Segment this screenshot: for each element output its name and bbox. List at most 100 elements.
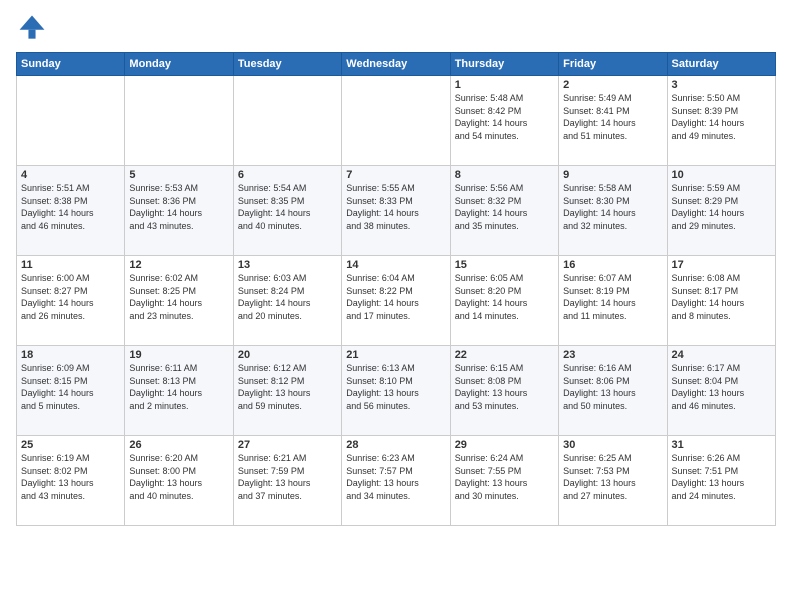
calendar-cell: 20Sunrise: 6:12 AM Sunset: 8:12 PM Dayli… (233, 346, 341, 436)
calendar-cell: 19Sunrise: 6:11 AM Sunset: 8:13 PM Dayli… (125, 346, 233, 436)
col-header-wednesday: Wednesday (342, 53, 450, 76)
day-number: 2 (563, 79, 662, 91)
day-number: 14 (346, 259, 445, 271)
calendar-cell: 17Sunrise: 6:08 AM Sunset: 8:17 PM Dayli… (667, 256, 775, 346)
calendar-cell: 3Sunrise: 5:50 AM Sunset: 8:39 PM Daylig… (667, 76, 775, 166)
day-number: 5 (129, 169, 228, 181)
cell-info: Sunrise: 6:16 AM Sunset: 8:06 PM Dayligh… (563, 362, 662, 412)
cell-info: Sunrise: 5:55 AM Sunset: 8:33 PM Dayligh… (346, 182, 445, 232)
cell-info: Sunrise: 5:58 AM Sunset: 8:30 PM Dayligh… (563, 182, 662, 232)
calendar-cell (233, 76, 341, 166)
cell-info: Sunrise: 6:11 AM Sunset: 8:13 PM Dayligh… (129, 362, 228, 412)
week-row-5: 25Sunrise: 6:19 AM Sunset: 8:02 PM Dayli… (17, 436, 776, 526)
col-header-thursday: Thursday (450, 53, 558, 76)
calendar-cell (342, 76, 450, 166)
calendar-cell: 27Sunrise: 6:21 AM Sunset: 7:59 PM Dayli… (233, 436, 341, 526)
calendar-cell: 26Sunrise: 6:20 AM Sunset: 8:00 PM Dayli… (125, 436, 233, 526)
week-row-3: 11Sunrise: 6:00 AM Sunset: 8:27 PM Dayli… (17, 256, 776, 346)
cell-info: Sunrise: 5:50 AM Sunset: 8:39 PM Dayligh… (672, 92, 771, 142)
day-number: 15 (455, 259, 554, 271)
day-number: 1 (455, 79, 554, 91)
calendar-cell: 24Sunrise: 6:17 AM Sunset: 8:04 PM Dayli… (667, 346, 775, 436)
day-number: 6 (238, 169, 337, 181)
day-number: 30 (563, 439, 662, 451)
cell-info: Sunrise: 5:59 AM Sunset: 8:29 PM Dayligh… (672, 182, 771, 232)
week-row-2: 4Sunrise: 5:51 AM Sunset: 8:38 PM Daylig… (17, 166, 776, 256)
day-number: 16 (563, 259, 662, 271)
day-number: 19 (129, 349, 228, 361)
calendar-cell: 12Sunrise: 6:02 AM Sunset: 8:25 PM Dayli… (125, 256, 233, 346)
cell-info: Sunrise: 6:25 AM Sunset: 7:53 PM Dayligh… (563, 452, 662, 502)
cell-info: Sunrise: 6:05 AM Sunset: 8:20 PM Dayligh… (455, 272, 554, 322)
calendar-cell: 13Sunrise: 6:03 AM Sunset: 8:24 PM Dayli… (233, 256, 341, 346)
calendar-cell: 7Sunrise: 5:55 AM Sunset: 8:33 PM Daylig… (342, 166, 450, 256)
col-header-tuesday: Tuesday (233, 53, 341, 76)
cell-info: Sunrise: 6:02 AM Sunset: 8:25 PM Dayligh… (129, 272, 228, 322)
day-number: 31 (672, 439, 771, 451)
day-number: 10 (672, 169, 771, 181)
cell-info: Sunrise: 6:03 AM Sunset: 8:24 PM Dayligh… (238, 272, 337, 322)
calendar-cell (125, 76, 233, 166)
calendar-cell: 25Sunrise: 6:19 AM Sunset: 8:02 PM Dayli… (17, 436, 125, 526)
day-number: 25 (21, 439, 120, 451)
calendar-cell: 6Sunrise: 5:54 AM Sunset: 8:35 PM Daylig… (233, 166, 341, 256)
calendar-cell: 18Sunrise: 6:09 AM Sunset: 8:15 PM Dayli… (17, 346, 125, 436)
day-number: 13 (238, 259, 337, 271)
calendar-cell: 10Sunrise: 5:59 AM Sunset: 8:29 PM Dayli… (667, 166, 775, 256)
header-row: SundayMondayTuesdayWednesdayThursdayFrid… (17, 53, 776, 76)
cell-info: Sunrise: 6:15 AM Sunset: 8:08 PM Dayligh… (455, 362, 554, 412)
calendar-cell: 23Sunrise: 6:16 AM Sunset: 8:06 PM Dayli… (559, 346, 667, 436)
day-number: 20 (238, 349, 337, 361)
calendar-cell: 28Sunrise: 6:23 AM Sunset: 7:57 PM Dayli… (342, 436, 450, 526)
cell-info: Sunrise: 6:20 AM Sunset: 8:00 PM Dayligh… (129, 452, 228, 502)
logo-icon (16, 12, 48, 44)
calendar-cell: 11Sunrise: 6:00 AM Sunset: 8:27 PM Dayli… (17, 256, 125, 346)
cell-info: Sunrise: 6:13 AM Sunset: 8:10 PM Dayligh… (346, 362, 445, 412)
cell-info: Sunrise: 6:23 AM Sunset: 7:57 PM Dayligh… (346, 452, 445, 502)
day-number: 22 (455, 349, 554, 361)
cell-info: Sunrise: 5:56 AM Sunset: 8:32 PM Dayligh… (455, 182, 554, 232)
calendar-cell: 22Sunrise: 6:15 AM Sunset: 8:08 PM Dayli… (450, 346, 558, 436)
cell-info: Sunrise: 6:26 AM Sunset: 7:51 PM Dayligh… (672, 452, 771, 502)
day-number: 29 (455, 439, 554, 451)
calendar-cell: 30Sunrise: 6:25 AM Sunset: 7:53 PM Dayli… (559, 436, 667, 526)
day-number: 4 (21, 169, 120, 181)
calendar-cell: 2Sunrise: 5:49 AM Sunset: 8:41 PM Daylig… (559, 76, 667, 166)
calendar-cell: 15Sunrise: 6:05 AM Sunset: 8:20 PM Dayli… (450, 256, 558, 346)
day-number: 8 (455, 169, 554, 181)
col-header-friday: Friday (559, 53, 667, 76)
cell-info: Sunrise: 6:07 AM Sunset: 8:19 PM Dayligh… (563, 272, 662, 322)
day-number: 7 (346, 169, 445, 181)
cell-info: Sunrise: 6:24 AM Sunset: 7:55 PM Dayligh… (455, 452, 554, 502)
day-number: 27 (238, 439, 337, 451)
cell-info: Sunrise: 6:17 AM Sunset: 8:04 PM Dayligh… (672, 362, 771, 412)
cell-info: Sunrise: 6:09 AM Sunset: 8:15 PM Dayligh… (21, 362, 120, 412)
week-row-4: 18Sunrise: 6:09 AM Sunset: 8:15 PM Dayli… (17, 346, 776, 436)
day-number: 26 (129, 439, 228, 451)
cell-info: Sunrise: 6:19 AM Sunset: 8:02 PM Dayligh… (21, 452, 120, 502)
cell-info: Sunrise: 6:21 AM Sunset: 7:59 PM Dayligh… (238, 452, 337, 502)
calendar-cell: 4Sunrise: 5:51 AM Sunset: 8:38 PM Daylig… (17, 166, 125, 256)
calendar-cell: 31Sunrise: 6:26 AM Sunset: 7:51 PM Dayli… (667, 436, 775, 526)
logo (16, 12, 52, 44)
cell-info: Sunrise: 6:12 AM Sunset: 8:12 PM Dayligh… (238, 362, 337, 412)
cell-info: Sunrise: 5:53 AM Sunset: 8:36 PM Dayligh… (129, 182, 228, 232)
day-number: 28 (346, 439, 445, 451)
day-number: 18 (21, 349, 120, 361)
cell-info: Sunrise: 6:04 AM Sunset: 8:22 PM Dayligh… (346, 272, 445, 322)
calendar-cell: 1Sunrise: 5:48 AM Sunset: 8:42 PM Daylig… (450, 76, 558, 166)
header (16, 12, 776, 44)
day-number: 24 (672, 349, 771, 361)
col-header-saturday: Saturday (667, 53, 775, 76)
calendar-table: SundayMondayTuesdayWednesdayThursdayFrid… (16, 52, 776, 526)
calendar-cell: 29Sunrise: 6:24 AM Sunset: 7:55 PM Dayli… (450, 436, 558, 526)
calendar-cell: 21Sunrise: 6:13 AM Sunset: 8:10 PM Dayli… (342, 346, 450, 436)
day-number: 3 (672, 79, 771, 91)
day-number: 11 (21, 259, 120, 271)
cell-info: Sunrise: 5:51 AM Sunset: 8:38 PM Dayligh… (21, 182, 120, 232)
col-header-sunday: Sunday (17, 53, 125, 76)
col-header-monday: Monday (125, 53, 233, 76)
cell-info: Sunrise: 6:00 AM Sunset: 8:27 PM Dayligh… (21, 272, 120, 322)
page: SundayMondayTuesdayWednesdayThursdayFrid… (0, 0, 792, 612)
cell-info: Sunrise: 5:54 AM Sunset: 8:35 PM Dayligh… (238, 182, 337, 232)
